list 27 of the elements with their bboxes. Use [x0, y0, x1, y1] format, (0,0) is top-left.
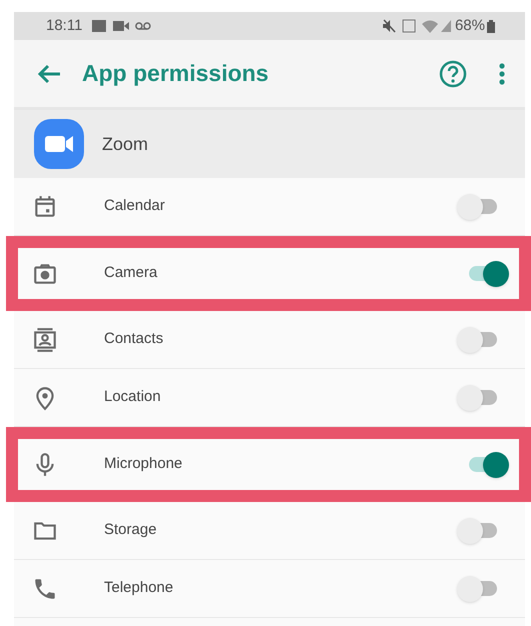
permission-label: Calendar [104, 196, 165, 216]
page-title: App permissions [82, 59, 269, 88]
permission-label: Telephone [104, 578, 174, 598]
permission-row[interactable]: Telephone [14, 560, 525, 618]
more-options-icon [499, 62, 505, 84]
permission-row[interactable]: Storage [14, 502, 525, 560]
permission-label: Storage [104, 520, 157, 540]
permission-label: Contacts [104, 329, 164, 350]
signal-icon [440, 20, 451, 32]
video-icon [113, 21, 130, 31]
battery-icon [487, 20, 495, 32]
mute-icon [382, 19, 396, 33]
permission-label: Camera [104, 263, 158, 284]
wifi-icon [422, 20, 438, 32]
back-arrow-icon [37, 64, 61, 84]
status-time: 18:11 [46, 16, 82, 36]
battery-percentage: 68% [454, 16, 485, 36]
help-icon [439, 60, 467, 88]
permission-label: Microphone [104, 454, 182, 474]
more-options-button[interactable] [497, 60, 507, 86]
permission-label: Location [104, 387, 161, 408]
app-name: Zoom [102, 132, 148, 156]
video-camera-app-icon [34, 119, 84, 169]
permission-row[interactable]: Contacts [14, 311, 525, 369]
voicemail-icon [135, 22, 152, 30]
help-button[interactable] [439, 60, 467, 88]
contacts-icon [32, 326, 58, 352]
